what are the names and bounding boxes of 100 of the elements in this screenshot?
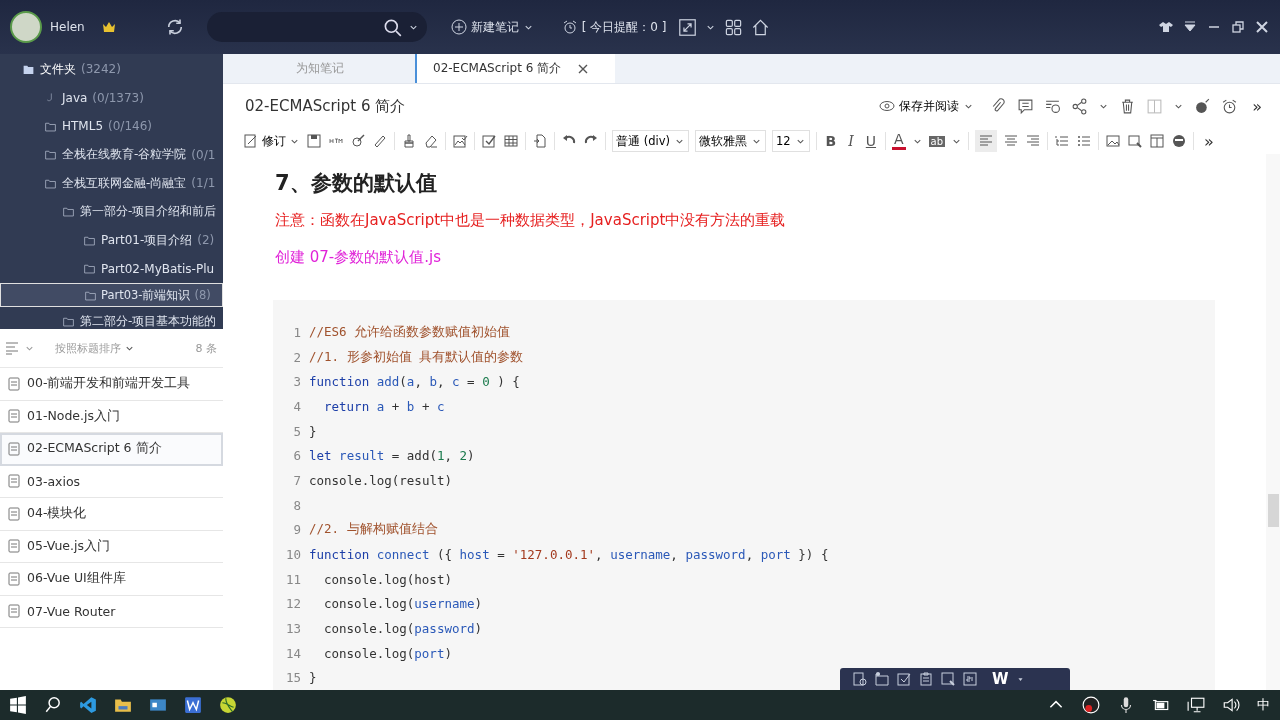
- more-button[interactable]: »: [1248, 96, 1266, 116]
- note-title: 04-模块化: [27, 505, 87, 523]
- folder-item[interactable]: 第二部分-项目基本功能的: [0, 307, 223, 329]
- checkbox-icon[interactable]: [481, 133, 497, 149]
- note-item[interactable]: 02-ECMAScript 6 简介: [0, 433, 223, 466]
- line-number: 12: [284, 596, 301, 612]
- input-method-indicator[interactable]: 中: [1257, 696, 1270, 714]
- folder-item[interactable]: Java (0/1373): [0, 83, 223, 112]
- note-title: 03-axios: [27, 473, 81, 489]
- search-icon[interactable]: [382, 17, 402, 37]
- note-item[interactable]: 07-Vue Router: [0, 595, 223, 628]
- brush-icon[interactable]: [401, 133, 417, 149]
- comment-icon[interactable]: [1017, 97, 1035, 115]
- note-item[interactable]: 03-axios: [0, 465, 223, 498]
- code-editor-icon[interactable]: [79, 696, 97, 714]
- paperclip-icon[interactable]: [990, 97, 1008, 115]
- table-icon[interactable]: [503, 133, 519, 149]
- line-number: 8: [292, 497, 301, 513]
- alarm-icon[interactable]: [1221, 97, 1239, 115]
- folder-item[interactable]: 全栈在线教育-谷粒学院 (0/1: [0, 140, 223, 169]
- template-icon[interactable]: [1149, 133, 1166, 149]
- line-number: 4: [292, 398, 301, 414]
- line-number: 1: [292, 324, 301, 340]
- note-title[interactable]: 02-ECMAScript 6 简介: [245, 96, 406, 116]
- search-field[interactable]: [206, 12, 427, 42]
- grid-icon[interactable]: [724, 17, 744, 37]
- circle-app-icon[interactable]: [219, 696, 237, 714]
- file-folder-icon[interactable]: [114, 696, 132, 714]
- folder-item[interactable]: Part02-MyBatis-Plu: [0, 254, 223, 283]
- code-line: return a + b + c: [323, 398, 445, 414]
- line-number: 7: [292, 472, 301, 488]
- paragraph-select[interactable]: 普通 (div): [612, 130, 689, 152]
- check-square-icon[interactable]: [896, 671, 912, 687]
- folder-plus-icon[interactable]: [874, 671, 890, 687]
- note-item[interactable]: 00-前端开发和前端开发工具: [0, 368, 223, 401]
- folder-count: (0/1: [191, 147, 216, 162]
- italic-button[interactable]: I: [845, 133, 857, 149]
- section-heading: 7、参数的默认值: [275, 170, 438, 197]
- eraser-icon[interactable]: [423, 133, 439, 149]
- note-item[interactable]: 06-Vue UI组件库: [0, 563, 223, 596]
- plus-icon: [450, 19, 467, 35]
- note-item[interactable]: 05-Vue.js入门: [0, 530, 223, 563]
- record-icon[interactable]: [1082, 696, 1100, 714]
- revise-button[interactable]: 修订: [243, 132, 300, 150]
- line-number: 3: [292, 374, 301, 390]
- expand-icon[interactable]: [678, 17, 698, 37]
- folder-item[interactable]: HTML5 (0/146): [0, 112, 223, 141]
- word-button[interactable]: W: [992, 670, 1009, 688]
- font-select[interactable]: 微软雅黑: [694, 130, 766, 152]
- save-icon[interactable]: [306, 133, 322, 149]
- save-and-read-button[interactable]: 保存并阅读: [873, 96, 981, 116]
- folder-item[interactable]: Part03-前端知识 (8): [0, 283, 223, 307]
- note-item[interactable]: 04-模块化: [0, 498, 223, 531]
- home-icon[interactable]: [751, 17, 771, 37]
- tab-label: 02-ECMAScript 6 简介: [433, 60, 562, 77]
- insert-image-icon[interactable]: [1105, 133, 1122, 149]
- tab[interactable]: 02-ECMAScript 6 简介: [415, 54, 615, 83]
- user-name[interactable]: Helen: [50, 20, 85, 34]
- document-icon: [6, 570, 22, 587]
- speaker-icon[interactable]: [1222, 696, 1240, 714]
- new-note-button[interactable]: 新建笔记: [446, 18, 538, 36]
- pencil-icon[interactable]: [372, 133, 388, 149]
- note-clock-icon[interactable]: [852, 671, 868, 687]
- line-number: 14: [284, 645, 301, 661]
- folder-item[interactable]: 全栈互联网金融-尚融宝 (1/1: [0, 169, 223, 198]
- image-check-icon[interactable]: [452, 133, 468, 149]
- scrollbar-thumb[interactable]: [1268, 494, 1279, 527]
- search-icon[interactable]: [44, 696, 62, 714]
- font-size-select[interactable]: 12: [771, 130, 810, 152]
- document-w-icon[interactable]: [184, 696, 202, 714]
- font-color-button[interactable]: A: [892, 132, 906, 150]
- clipboard-icon[interactable]: [918, 671, 934, 687]
- network-icon[interactable]: [1187, 696, 1205, 714]
- app-window-icon[interactable]: [149, 696, 167, 714]
- folder-count: (1/1: [191, 176, 216, 191]
- folder-item[interactable]: 第一部分-项目介绍和前后: [0, 197, 223, 226]
- close-icon[interactable]: [1254, 19, 1270, 35]
- folder-item[interactable]: 文件夹 (3242): [0, 55, 223, 84]
- avatar-icon[interactable]: [10, 11, 42, 43]
- more-button[interactable]: »: [1200, 131, 1218, 151]
- code-line: //2. 与解构赋值结合: [309, 521, 438, 539]
- bullet-list-icon[interactable]: [1076, 133, 1093, 149]
- reminder-button[interactable]: [ 今日提醒：0 ]: [557, 18, 671, 36]
- shirt-icon[interactable]: [1158, 19, 1174, 35]
- highlight-button[interactable]: ab: [928, 135, 946, 147]
- page-icon[interactable]: [532, 133, 548, 149]
- underline-button[interactable]: U: [862, 133, 880, 149]
- folder-item[interactable]: Part01-项目介绍 (2): [0, 226, 223, 255]
- screen-capture-icon[interactable]: [940, 671, 956, 687]
- restore-icon[interactable]: [1230, 19, 1246, 35]
- instruction-text: 创建 07-参数的默认值.js: [274, 247, 443, 268]
- windows-icon[interactable]: [9, 696, 27, 714]
- folder-icon: [44, 148, 57, 162]
- eye-icon: [879, 98, 896, 114]
- share-icon[interactable]: [1071, 97, 1089, 115]
- document-icon: [6, 408, 22, 425]
- bold-button[interactable]: B: [822, 133, 840, 149]
- pen-icon[interactable]: [350, 133, 366, 149]
- code-line: }: [309, 670, 317, 686]
- insert-box-icon[interactable]: [1127, 133, 1144, 149]
